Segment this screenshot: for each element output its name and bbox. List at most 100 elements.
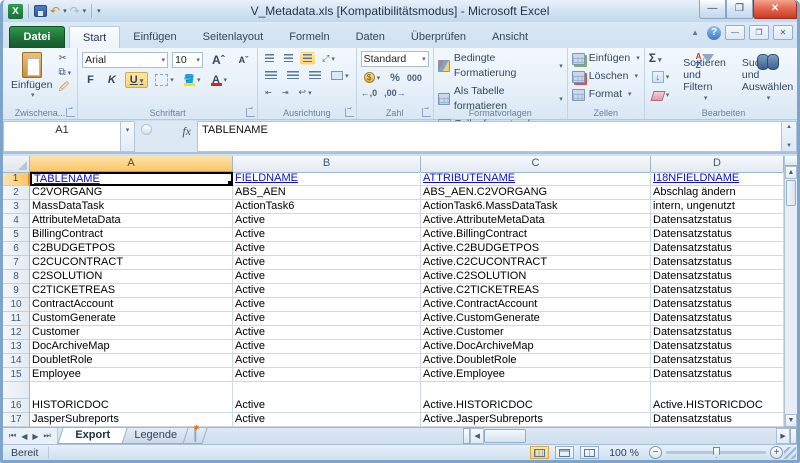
format-painter-icon[interactable]: 🖉 — [56, 82, 73, 94]
row-header[interactable]: 14 — [3, 354, 30, 368]
minimize-button[interactable]: — — [699, 0, 726, 19]
cell[interactable]: Active — [233, 399, 421, 413]
name-box-dropdown-icon[interactable]: ▾ — [121, 121, 135, 152]
hsplit-handle[interactable] — [790, 428, 797, 444]
row-header[interactable]: 8 — [3, 270, 30, 284]
align-center-icon[interactable] — [284, 69, 302, 82]
autosum-button[interactable]: Σ — [649, 52, 673, 67]
align-middle-icon[interactable] — [281, 52, 296, 65]
cell[interactable]: ABS_AEN.C2VORGANG — [421, 186, 651, 200]
conditional-formatting-button[interactable]: Bedingte Formatierung — [438, 51, 563, 81]
cell[interactable]: C2SOLUTION — [30, 270, 233, 284]
number-dialog-launcher[interactable] — [422, 108, 431, 117]
merge-center-icon[interactable] — [328, 69, 352, 82]
column-header-d[interactable]: D — [651, 156, 784, 173]
cell[interactable]: Active — [233, 312, 421, 326]
column-header-c[interactable]: C — [421, 156, 651, 173]
font-size-combo[interactable]: 10 — [172, 52, 203, 68]
vertical-scroll-thumb[interactable] — [786, 180, 796, 206]
tab-überprüfen[interactable]: Überprüfen — [398, 26, 479, 48]
formula-bar-expand[interactable]: ▲▼ — [781, 121, 797, 152]
cell[interactable]: Datensatzstatus — [651, 340, 784, 354]
cell[interactable]: Datensatzstatus — [651, 354, 784, 368]
find-select-button[interactable]: Suchen und Auswählen — [737, 51, 798, 105]
cell[interactable]: I18NFIELDNAME — [651, 172, 784, 186]
insert-cells-button[interactable]: Einfügen — [572, 51, 640, 66]
horizontal-scroll-thumb[interactable] — [484, 429, 526, 443]
cell[interactable]: Employee — [30, 368, 233, 382]
font-color-icon[interactable]: A — [208, 73, 231, 88]
cut-icon[interactable]: ✂ — [56, 53, 73, 65]
sort-filter-button[interactable]: AZ Sortieren und Filtern — [678, 51, 731, 105]
font-name-combo[interactable]: Arial — [82, 52, 168, 68]
row-header[interactable]: 7 — [3, 256, 30, 270]
format-cells-button[interactable]: Format — [572, 87, 640, 102]
tab-datei[interactable]: Datei — [9, 26, 65, 48]
tab-daten[interactable]: Daten — [343, 26, 398, 48]
underline-button[interactable]: U — [125, 72, 148, 88]
collapse-ribbon-icon[interactable]: ▲ — [687, 26, 703, 39]
vertical-scroll-track[interactable] — [785, 207, 797, 414]
cell[interactable]: Active.HISTORICDOC — [421, 399, 651, 413]
cell[interactable]: Active.C2SOLUTION — [421, 270, 651, 284]
row-header[interactable]: 11 — [3, 312, 30, 326]
border-icon[interactable] — [152, 72, 177, 88]
vertical-scrollbar[interactable]: ▲ ▼ — [784, 156, 797, 427]
close-button[interactable]: ✕ — [753, 0, 797, 19]
cell[interactable]: FIELDNAME — [233, 172, 421, 186]
workbook-close-button[interactable]: ✕ — [773, 25, 793, 40]
cell[interactable]: Datensatzstatus — [651, 228, 784, 242]
cell[interactable]: JasperSubreports — [30, 413, 233, 427]
cell[interactable]: ActionTask6.MassDataTask — [421, 200, 651, 214]
tab-seitenlayout[interactable]: Seitenlayout — [190, 26, 277, 48]
cell[interactable]: ABS_AEN — [233, 186, 421, 200]
cell[interactable]: Datensatzstatus — [651, 242, 784, 256]
scroll-up-icon[interactable]: ▲ — [785, 166, 797, 179]
cell[interactable]: ATTRIBUTENAME — [421, 172, 651, 186]
wrap-text-icon[interactable]: ↩ — [296, 85, 315, 100]
workbook-minimize-button[interactable]: — — [725, 25, 745, 40]
clipboard-dialog-launcher[interactable] — [66, 108, 75, 117]
copy-icon[interactable]: ⧉ — [56, 67, 73, 80]
cell[interactable]: Active — [233, 284, 421, 298]
scroll-down-icon[interactable]: ▼ — [785, 414, 797, 427]
row-header[interactable]: 9 — [3, 284, 30, 298]
cell[interactable]: ContractAccount — [30, 298, 233, 312]
cell[interactable] — [30, 382, 233, 399]
shrink-font-icon[interactable]: Aˇ — [234, 53, 254, 67]
clear-button[interactable] — [649, 87, 673, 103]
cell[interactable]: Active — [233, 354, 421, 368]
cell[interactable]: Active — [233, 228, 421, 242]
fill-button[interactable]: ↓ — [649, 69, 673, 85]
zoom-level[interactable]: 100 % — [609, 447, 639, 459]
number-format-combo[interactable]: Standard — [361, 51, 429, 67]
row-header[interactable]: 13 — [3, 340, 30, 354]
cell[interactable]: Active — [233, 326, 421, 340]
cell[interactable]: Datensatzstatus — [651, 298, 784, 312]
view-page-layout-button[interactable] — [555, 446, 574, 459]
view-normal-button[interactable] — [530, 446, 549, 459]
row-header[interactable]: 4 — [3, 214, 30, 228]
cell[interactable]: Datensatzstatus — [651, 326, 784, 340]
row-header[interactable] — [3, 382, 30, 399]
cell[interactable]: Active.C2CUCONTRACT — [421, 256, 651, 270]
delete-cells-button[interactable]: Löschen — [572, 69, 640, 84]
cell[interactable]: Active.C2TICKETREAS — [421, 284, 651, 298]
cell[interactable] — [421, 382, 651, 399]
row-header[interactable]: 6 — [3, 242, 30, 256]
zoom-slider-thumb[interactable] — [713, 447, 720, 458]
cell[interactable]: DocArchiveMap — [30, 340, 233, 354]
align-top-icon[interactable] — [262, 52, 277, 65]
paste-button[interactable]: Einfügen — [7, 51, 56, 105]
accounting-format-icon[interactable]: $ — [361, 70, 384, 85]
row-header[interactable]: 10 — [3, 298, 30, 312]
cell[interactable]: Active.Customer — [421, 326, 651, 340]
cell[interactable] — [651, 382, 784, 399]
cell[interactable]: Active.DoubletRole — [421, 354, 651, 368]
cell[interactable]: Active — [233, 256, 421, 270]
cell[interactable]: Active — [233, 368, 421, 382]
cell[interactable]: Active.BillingContract — [421, 228, 651, 242]
workbook-restore-button[interactable]: ❐ — [749, 25, 769, 40]
tab-split-handle[interactable] — [463, 428, 470, 444]
cell[interactable]: Active — [233, 214, 421, 228]
